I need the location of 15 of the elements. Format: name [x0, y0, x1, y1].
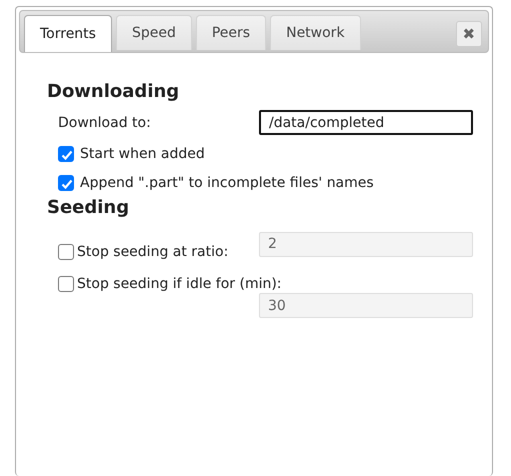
section-heading: Seeding — [47, 197, 130, 218]
section-heading: Downloading — [47, 81, 180, 102]
tab[interactable]: Torrents — [24, 15, 112, 52]
close-button[interactable]: ✖ — [456, 20, 482, 46]
tab[interactable]: Network — [270, 15, 361, 50]
field-label: Download to: — [58, 114, 151, 130]
tab[interactable]: Peers — [196, 15, 266, 50]
checkbox-label: Stop seeding at ratio: — [77, 244, 228, 260]
checkbox-label: Start when added — [80, 146, 205, 162]
checkbox-label: Stop seeding if idle for (min): — [77, 276, 282, 292]
tab[interactable]: Speed — [116, 15, 192, 50]
checkbox-label: Append ".part" to incomplete files' names — [80, 174, 374, 190]
input-field[interactable]: /data/completed — [259, 110, 473, 135]
checkbox[interactable] — [58, 146, 74, 162]
checkbox[interactable] — [58, 174, 74, 190]
